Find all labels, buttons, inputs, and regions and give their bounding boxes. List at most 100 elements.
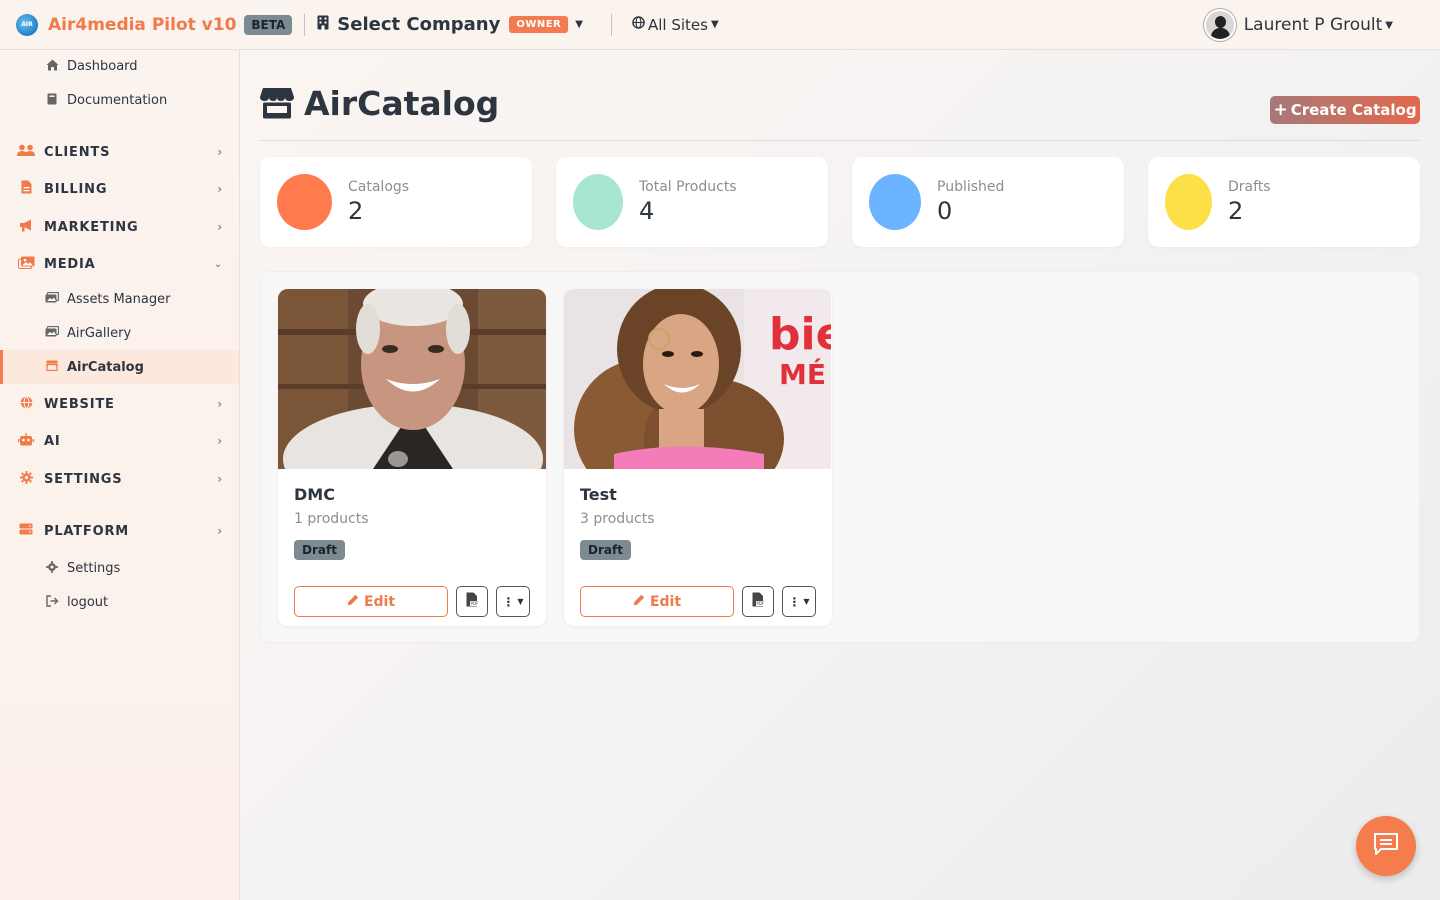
page-title: AirCatalog (260, 84, 499, 123)
stat-value: 2 (348, 197, 364, 225)
divider (304, 13, 306, 36)
sidebar-section-website[interactable]: WEBSITE › (0, 388, 239, 420)
chevron-down-icon: ▼ (1385, 19, 1393, 31)
brand-name[interactable]: Air4media Pilot v10 (48, 15, 236, 35)
create-catalog-button[interactable]: + Create Catalog (1270, 96, 1420, 124)
chevron-right-icon: › (217, 524, 223, 538)
building-icon (317, 15, 329, 34)
sidebar-section-platform[interactable]: PLATFORM › (0, 515, 239, 547)
sidebar-section-marketing[interactable]: MARKETING › (0, 211, 239, 243)
beta-badge: BETA (244, 14, 293, 35)
gear-icon (44, 560, 60, 576)
section-label: AI (44, 433, 61, 449)
server-icon (17, 523, 35, 539)
sidebar-item-label: Dashboard (67, 58, 138, 74)
chevron-down-icon: ⌄ (213, 258, 223, 270)
book-icon (44, 93, 60, 108)
sidebar-item-aircatalog[interactable]: AirCatalog (0, 350, 239, 384)
file-pdf-icon: PDF (752, 592, 765, 611)
chevron-right-icon: › (217, 220, 223, 234)
more-options-button[interactable]: ⋮ ▼ (782, 586, 816, 617)
chevron-down-icon: ▼ (803, 597, 810, 606)
home-icon (44, 59, 60, 74)
stat-card-published: Published 0 (852, 157, 1124, 247)
stat-label: Published (937, 179, 1005, 195)
sidebar-item-assets-manager[interactable]: Assets Manager (0, 282, 239, 316)
sidebar-item-label: Settings (67, 560, 121, 576)
file-pdf-icon: PDF (466, 592, 479, 611)
user-menu[interactable]: Laurent P Groult ▼ (1203, 9, 1393, 41)
svg-text:PDF: PDF (756, 601, 764, 606)
sidebar-section-billing[interactable]: BILLING › (0, 173, 239, 205)
divider (610, 13, 612, 36)
pencil-icon (347, 594, 359, 610)
sidebar-section-media[interactable]: MEDIA ⌄ (0, 248, 239, 280)
edit-button[interactable]: Edit (580, 586, 734, 617)
export-pdf-button[interactable]: PDF (742, 586, 774, 617)
logout-icon (44, 594, 60, 610)
plus-icon: + (1273, 100, 1288, 120)
catalog-cover-image[interactable]: bie MÉ (564, 289, 832, 469)
company-selector[interactable]: Select Company OWNER ▼ (317, 14, 583, 35)
sites-label: All Sites (647, 15, 708, 34)
svg-text:bie: bie (769, 309, 831, 360)
stat-value: 2 (1228, 197, 1244, 225)
catalog-product-count: 1 products (294, 511, 369, 527)
stat-dot (869, 174, 921, 230)
status-badge: Draft (294, 540, 345, 560)
stat-value: 0 (937, 197, 953, 225)
ellipsis-vertical-icon: ⋮ (788, 594, 801, 609)
store-icon (260, 87, 294, 121)
chevron-down-icon: ▼ (517, 597, 524, 606)
sidebar-item-label: AirGallery (67, 325, 132, 341)
catalog-product-count: 3 products (580, 511, 655, 527)
sidebar-item-label: AirCatalog (67, 359, 144, 375)
svg-text:MÉ: MÉ (779, 357, 826, 391)
images-icon (44, 291, 60, 306)
create-catalog-label: Create Catalog (1290, 101, 1417, 119)
catalog-name: DMC (294, 485, 335, 504)
owner-badge: OWNER (509, 16, 569, 33)
ellipsis-vertical-icon: ⋮ (502, 594, 515, 609)
sidebar-item-logout[interactable]: logout (0, 585, 239, 619)
section-label: PLATFORM (44, 523, 130, 539)
svg-text:PDF: PDF (470, 601, 478, 606)
section-label: CLIENTS (44, 144, 111, 160)
brand[interactable]: AIR Air4media Pilot v10 BETA (16, 13, 293, 36)
gear-icon (17, 470, 35, 488)
catalog-name: Test (580, 485, 617, 504)
section-label: MEDIA (44, 256, 96, 272)
stat-dot (277, 174, 332, 230)
images-icon (17, 256, 35, 273)
sidebar-item-settings[interactable]: Settings (0, 551, 239, 585)
bullhorn-icon (17, 219, 35, 236)
more-options-button[interactable]: ⋮ ▼ (496, 586, 530, 617)
sidebar-item-label: Documentation (67, 92, 168, 108)
sidebar-item-label: Assets Manager (67, 291, 171, 307)
catalog-cover-image[interactable] (278, 289, 546, 469)
pencil-icon (633, 594, 645, 610)
sites-selector[interactable]: All Sites ▼ (632, 16, 719, 34)
chat-button[interactable] (1356, 816, 1416, 876)
globe-icon (17, 395, 35, 413)
chevron-down-icon: ▼ (710, 19, 719, 30)
divider (260, 140, 1420, 141)
stat-card-drafts: Drafts 2 (1148, 157, 1420, 247)
stat-label: Total Products (639, 179, 737, 195)
export-pdf-button[interactable]: PDF (456, 586, 488, 617)
edit-button[interactable]: Edit (294, 586, 448, 617)
section-label: SETTINGS (44, 471, 123, 487)
sidebar-item-label: logout (67, 594, 109, 610)
sidebar-item-dashboard[interactable]: Dashboard (0, 49, 239, 83)
sidebar-item-documentation[interactable]: Documentation (0, 83, 239, 117)
sidebar-section-clients[interactable]: CLIENTS › (0, 136, 239, 168)
sidebar-item-airgallery[interactable]: AirGallery (0, 316, 239, 350)
section-label: WEBSITE (44, 396, 115, 412)
sidebar-section-settings[interactable]: SETTINGS › (0, 463, 239, 495)
catalog-card: bie MÉ Test 3 products Draft Edit PDF ⋮ … (564, 289, 832, 626)
top-navbar: AIR Air4media Pilot v10 BETA Select Comp… (0, 0, 1440, 50)
stat-dot (573, 174, 623, 230)
chevron-right-icon: › (217, 182, 223, 196)
sidebar-section-ai[interactable]: AI › (0, 425, 239, 457)
images-icon (44, 325, 60, 340)
